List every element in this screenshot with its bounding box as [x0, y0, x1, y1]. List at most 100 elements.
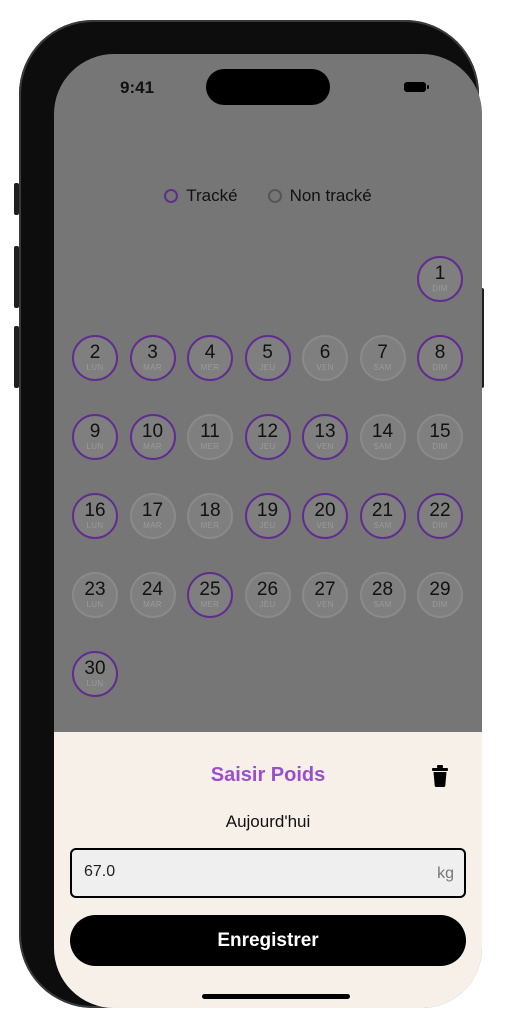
day-of-week: DIM	[432, 363, 448, 372]
day-number: 1	[434, 263, 446, 284]
calendar-day[interactable]: 1 DIM	[417, 256, 463, 302]
legend: Tracké Non tracké	[54, 186, 482, 206]
calendar-day[interactable]: 8 DIM	[417, 335, 463, 381]
phone-frame: 9:41 Tracké Non tracké 1 DIM 2 LUN 3 MAR 4 MER 5…	[19, 20, 482, 1008]
calendar-day[interactable]: 12 JEU	[244, 414, 291, 460]
day-of-week: LUN	[86, 363, 104, 372]
calendar-day[interactable]: 10 MAR	[129, 414, 176, 460]
calendar-blank	[245, 256, 291, 302]
day-of-week: LUN	[86, 679, 104, 688]
day-number: 15	[429, 421, 451, 442]
day-number: 14	[371, 421, 394, 442]
calendar-day[interactable]: 26 JEU	[244, 572, 291, 618]
calendar-day[interactable]: 6 VEN	[302, 335, 348, 381]
day-number: 22	[429, 500, 451, 521]
screen: 9:41 Tracké Non tracké 1 DIM 2 LUN 3 MAR 4 MER 5…	[54, 54, 482, 1008]
day-number: 11	[200, 421, 220, 442]
day-number: 8	[434, 342, 446, 363]
day-number: 5	[262, 342, 273, 363]
calendar-day[interactable]: 7 SAM	[359, 335, 406, 381]
calendar-day[interactable]: 4 MER	[187, 335, 233, 381]
weight-field[interactable]: kg	[70, 848, 466, 898]
unit-label: kg	[437, 865, 454, 882]
day-of-week: VEN	[316, 442, 334, 451]
calendar-day[interactable]: 25 MER	[187, 572, 233, 618]
day-of-week: DIM	[432, 284, 448, 293]
day-number: 24	[141, 579, 164, 600]
calendar-day[interactable]: 20 VEN	[302, 493, 348, 539]
day-number: 19	[256, 500, 279, 521]
tracked-circle-icon	[164, 189, 179, 203]
calendar-day[interactable]: 16 LUN	[72, 493, 118, 539]
day-of-week: SAM	[373, 363, 392, 372]
day-number: 18	[199, 500, 221, 521]
day-number: 10	[141, 421, 164, 442]
day-number: 6	[319, 342, 331, 363]
dynamic-island	[206, 69, 330, 105]
untracked-circle-icon	[267, 189, 282, 203]
calendar-day[interactable]: 27 VEN	[302, 572, 348, 618]
date-label: Aujourd'hui	[225, 812, 311, 831]
calendar-day[interactable]: 2 LUN	[72, 335, 118, 381]
day-of-week: MAR	[143, 442, 162, 451]
calendar-day[interactable]: 15 DIM	[417, 414, 463, 460]
calendar-day[interactable]: 21 SAM	[359, 493, 406, 539]
calendar-day[interactable]: 19 JEU	[244, 493, 291, 539]
day-number: 28	[371, 579, 394, 600]
calendar-day[interactable]: 18 MER	[187, 493, 233, 539]
calendar-blank	[302, 256, 348, 302]
calendar-blank	[360, 256, 406, 302]
calendar-day[interactable]: 11 MER	[187, 414, 233, 460]
calendar-day[interactable]: 17 MAR	[129, 493, 176, 539]
day-number: 4	[204, 342, 216, 363]
day-of-week: LUN	[86, 600, 104, 609]
day-number: 26	[256, 579, 279, 600]
calendar-day[interactable]: 13 VEN	[302, 414, 348, 460]
home-indicator	[202, 994, 350, 999]
calendar-day[interactable]: 24 MAR	[129, 572, 176, 618]
calendar-blank	[187, 256, 233, 302]
day-number: 25	[199, 579, 221, 600]
legend-tracked: Tracké	[164, 186, 238, 206]
calendar-day[interactable]: 3 MAR	[129, 335, 176, 381]
legend-untracked-label: Non tracké	[289, 186, 372, 205]
battery-icon	[404, 82, 429, 92]
day-of-week: LUN	[86, 442, 104, 451]
day-number: 21	[371, 500, 394, 521]
day-number: 16	[84, 500, 106, 521]
day-number: 29	[429, 579, 451, 600]
calendar-day[interactable]: 29 DIM	[417, 572, 463, 618]
day-number: 12	[256, 421, 279, 442]
day-of-week: VEN	[316, 521, 334, 530]
day-of-week: VEN	[316, 600, 334, 609]
day-of-week: MER	[200, 363, 220, 372]
calendar-blank	[72, 256, 118, 302]
save-button[interactable]: Enregistrer	[70, 915, 466, 966]
day-of-week: MAR	[143, 363, 162, 372]
day-of-week: VEN	[316, 363, 334, 372]
day-number: 13	[314, 421, 336, 442]
status-bar: 9:41	[54, 54, 482, 124]
legend-tracked-label: Tracké	[186, 186, 238, 205]
day-number: 17	[141, 500, 164, 521]
day-number: 27	[314, 579, 336, 600]
trash-icon[interactable]	[432, 765, 448, 787]
calendar-day[interactable]: 30 LUN	[72, 651, 118, 697]
day-of-week: MER	[200, 442, 220, 451]
calendar-day[interactable]: 23 LUN	[72, 572, 118, 618]
calendar-day[interactable]: 14 SAM	[359, 414, 406, 460]
day-number: 2	[89, 342, 101, 363]
day-of-week: JEU	[259, 600, 276, 609]
day-of-week: MER	[200, 521, 220, 530]
calendar-day[interactable]: 9 LUN	[72, 414, 118, 460]
calendar-blank	[130, 256, 176, 302]
calendar-day[interactable]: 22 DIM	[417, 493, 463, 539]
status-time: 9:41	[120, 78, 155, 97]
day-of-week: MER	[200, 600, 220, 609]
day-of-week: DIM	[432, 442, 448, 451]
day-of-week: DIM	[432, 521, 448, 530]
calendar-day[interactable]: 5 JEU	[244, 335, 291, 381]
day-number: 23	[84, 579, 106, 600]
calendar-day[interactable]: 28 SAM	[359, 572, 406, 618]
weight-input[interactable]	[84, 863, 384, 881]
